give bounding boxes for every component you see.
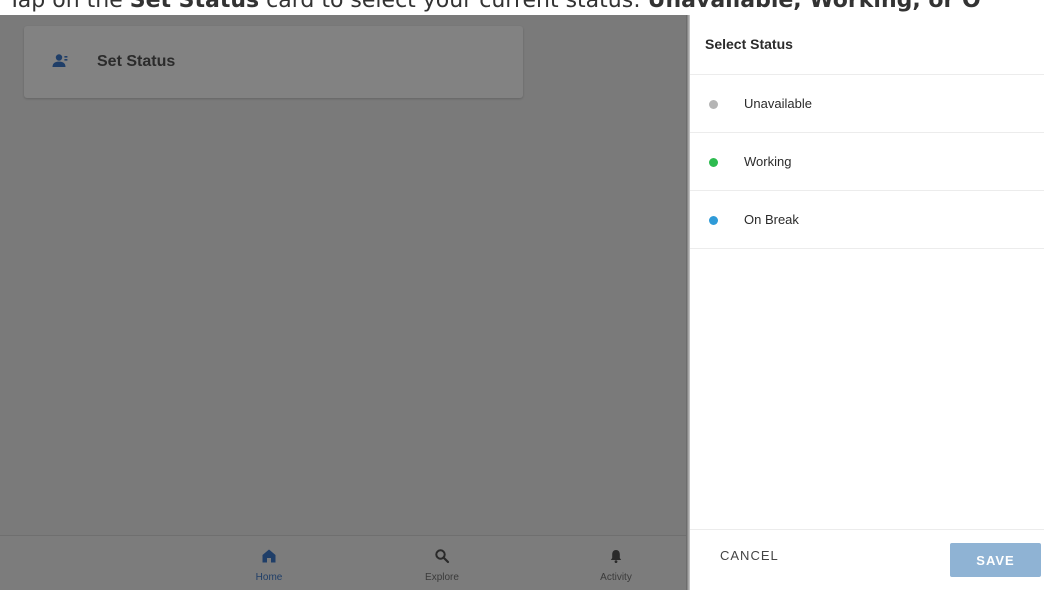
status-option-label: Unavailable (744, 96, 812, 111)
set-status-card[interactable]: Set Status (24, 26, 523, 98)
select-status-panel: Select Status Unavailable Working On Bre… (690, 15, 1044, 590)
nav-item-explore[interactable]: Explore (397, 536, 487, 590)
person-status-icon (52, 54, 68, 67)
status-dot-icon (709, 100, 718, 109)
status-option-label: On Break (744, 212, 799, 227)
home-icon (262, 549, 276, 563)
nav-item-activity-label: Activity (600, 572, 632, 583)
set-status-card-title: Set Status (97, 53, 176, 70)
save-button[interactable]: SAVE (950, 543, 1041, 577)
status-option-unavailable[interactable]: Unavailable (690, 74, 1044, 132)
status-options-list: Unavailable Working On Break (690, 74, 1044, 249)
status-option-on-break[interactable]: On Break (690, 190, 1044, 249)
bell-icon (610, 550, 622, 563)
status-option-working[interactable]: Working (690, 132, 1044, 190)
instruction-prefix: Tap on the (8, 0, 130, 13)
instruction-middle: card to select your current status: (259, 0, 648, 13)
bottom-navigation: Home Explore Activity (0, 535, 686, 590)
search-icon (435, 549, 450, 564)
nav-item-home[interactable]: Home (224, 536, 314, 590)
nav-item-activity[interactable]: Activity (571, 536, 661, 590)
nav-item-explore-label: Explore (425, 572, 459, 583)
status-option-label: Working (744, 154, 792, 169)
app-background-overlay: Set Status Home Explore Activity (0, 15, 686, 590)
nav-item-home-label: Home (255, 572, 283, 583)
instruction-options: Unavailable, Working, or O (647, 0, 981, 13)
instruction-text: Tap on the Set Status card to select you… (8, 0, 981, 16)
panel-title: Select Status (705, 36, 793, 52)
status-dot-icon (709, 158, 718, 167)
status-dot-icon (709, 216, 718, 225)
cancel-button[interactable]: CANCEL (720, 548, 779, 563)
instruction-card-name: Set Status (129, 0, 260, 13)
panel-footer: CANCEL SAVE (690, 529, 1044, 590)
